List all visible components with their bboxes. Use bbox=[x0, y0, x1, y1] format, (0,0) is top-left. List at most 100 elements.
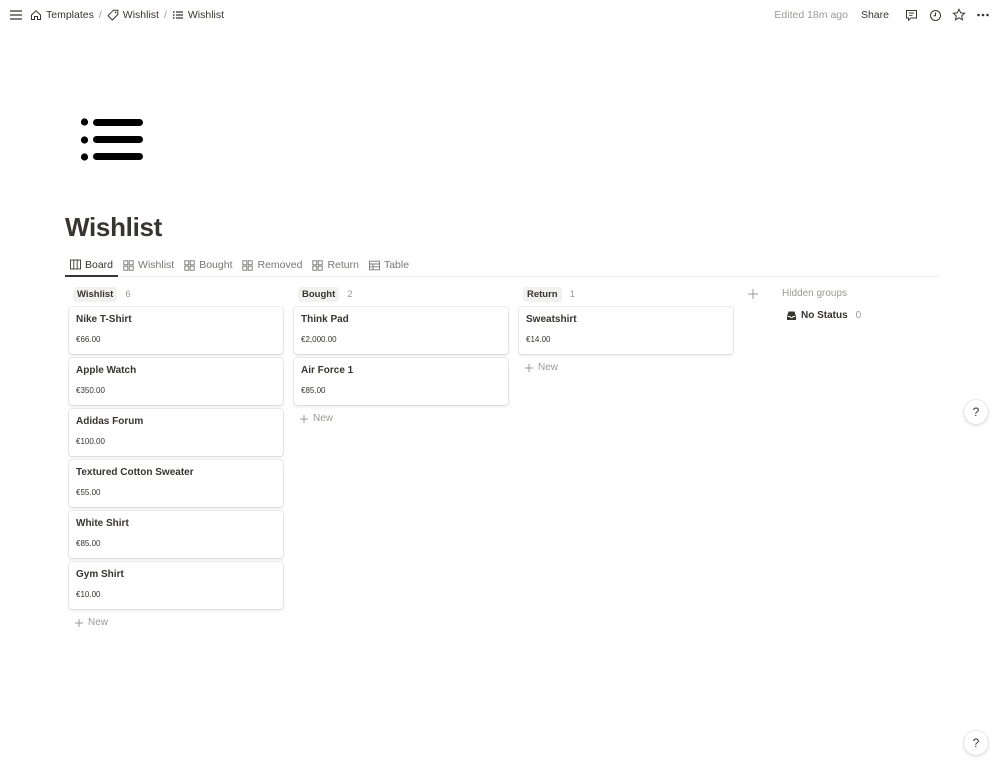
board-column-wishlist: Wishlist 6 Nike T-Shirt €66.00 Apple Wat… bbox=[69, 285, 283, 636]
column-name: Wishlist bbox=[73, 286, 118, 302]
plus-icon bbox=[525, 363, 533, 372]
new-card-button[interactable]: New bbox=[69, 609, 283, 636]
column-header[interactable]: Bought 2 bbox=[294, 285, 508, 303]
board-column-return: Return 1 Sweatshirt €14.00 New bbox=[519, 285, 733, 381]
board-card[interactable]: Nike T-Shirt €66.00 bbox=[69, 307, 283, 354]
hidden-group-count: 0 bbox=[855, 310, 862, 321]
tab-label: Return bbox=[327, 259, 359, 271]
history-clock-icon[interactable] bbox=[928, 8, 942, 22]
column-name: Bought bbox=[298, 286, 340, 302]
card-price: €85.00 bbox=[76, 539, 101, 548]
column-count: 6 bbox=[125, 288, 131, 300]
tab-removed[interactable]: Removed bbox=[237, 254, 307, 276]
column-header[interactable]: Return 1 bbox=[519, 285, 733, 303]
column-count: 2 bbox=[347, 288, 353, 300]
page-title[interactable]: Wishlist bbox=[65, 212, 162, 243]
board-card[interactable]: Gym Shirt €10.00 bbox=[69, 562, 283, 609]
board-card[interactable]: White Shirt €85.00 bbox=[69, 511, 283, 558]
top-bar: Templates / Wishlist / Wishlist Edited 1… bbox=[0, 0, 1005, 30]
card-price: €10.00 bbox=[76, 590, 101, 599]
breadcrumb-separator: / bbox=[98, 9, 102, 21]
tab-label: Wishlist bbox=[138, 259, 175, 271]
column-name: Return bbox=[523, 286, 562, 302]
comment-icon[interactable] bbox=[904, 8, 918, 22]
hidden-groups-label[interactable]: Hidden groups bbox=[782, 288, 847, 299]
card-list: Sweatshirt €14.00 bbox=[519, 307, 733, 354]
hidden-group-no-status[interactable]: No Status 0 bbox=[786, 310, 861, 321]
table-icon bbox=[369, 260, 380, 270]
plus-icon bbox=[300, 414, 308, 423]
card-title: White Shirt bbox=[76, 518, 129, 529]
gallery-icon bbox=[242, 259, 254, 271]
card-price: €55.00 bbox=[76, 488, 101, 497]
column-header[interactable]: Wishlist 6 bbox=[69, 285, 283, 303]
home-icon bbox=[30, 9, 42, 21]
board-card[interactable]: Textured Cotton Sweater €55.00 bbox=[69, 460, 283, 507]
breadcrumb-label: Wishlist bbox=[187, 9, 225, 21]
breadcrumb-label: Templates bbox=[46, 9, 94, 21]
hamburger-menu-icon[interactable] bbox=[9, 8, 23, 22]
help-button[interactable]: ? bbox=[964, 400, 988, 424]
board-column-bought: Bought 2 Think Pad €2,000.00 Air Force 1… bbox=[294, 285, 508, 432]
card-title: Sweatshirt bbox=[526, 314, 577, 325]
breadcrumb-separator: / bbox=[163, 9, 167, 21]
gallery-icon bbox=[312, 259, 324, 271]
board-card[interactable]: Apple Watch €350.00 bbox=[69, 358, 283, 405]
tab-label: Bought bbox=[199, 259, 233, 271]
add-group-plus-icon[interactable] bbox=[747, 287, 759, 299]
board-card[interactable]: Sweatshirt €14.00 bbox=[519, 307, 733, 354]
breadcrumb-item-templates[interactable]: Templates bbox=[30, 9, 94, 21]
plus-icon bbox=[75, 618, 83, 627]
view-tabs: Board Wishlist Bought Removed Return Tab… bbox=[65, 254, 938, 277]
tab-table[interactable]: Table bbox=[364, 254, 414, 276]
tab-return[interactable]: Return bbox=[307, 254, 364, 276]
list-icon bbox=[172, 9, 184, 21]
board-card[interactable]: Adidas Forum €100.00 bbox=[69, 409, 283, 456]
breadcrumb-label: Wishlist bbox=[122, 9, 159, 21]
new-card-label: New bbox=[313, 413, 334, 424]
edited-timestamp: Edited 18m ago bbox=[774, 9, 848, 21]
new-card-button[interactable]: New bbox=[294, 405, 508, 432]
page-icon-bulleted-list-icon[interactable] bbox=[78, 114, 148, 166]
hidden-group-label: No Status bbox=[801, 310, 848, 321]
card-list: Nike T-Shirt €66.00 Apple Watch €350.00 … bbox=[69, 307, 283, 609]
help-button[interactable]: ? bbox=[964, 731, 988, 755]
tab-label: Board bbox=[85, 258, 114, 271]
card-title: Adidas Forum bbox=[76, 416, 144, 427]
tab-wishlist[interactable]: Wishlist bbox=[118, 254, 179, 276]
tab-label: Table bbox=[383, 259, 410, 271]
card-title: Think Pad bbox=[301, 314, 349, 325]
card-price: €66.00 bbox=[76, 335, 101, 344]
card-price: €85.00 bbox=[301, 386, 326, 395]
card-title: Air Force 1 bbox=[301, 365, 354, 376]
share-button[interactable]: Share bbox=[861, 9, 889, 21]
new-card-label: New bbox=[538, 362, 559, 373]
breadcrumb-item-wishlist-parent[interactable]: Wishlist bbox=[107, 9, 159, 21]
card-title: Nike T-Shirt bbox=[76, 314, 132, 325]
new-card-button[interactable]: New bbox=[519, 354, 733, 381]
tab-board[interactable]: Board bbox=[65, 254, 119, 277]
card-title: Apple Watch bbox=[76, 365, 137, 376]
board-icon bbox=[70, 259, 81, 270]
card-price: €2,000.00 bbox=[301, 335, 337, 344]
card-title: Gym Shirt bbox=[76, 569, 124, 580]
board-card[interactable]: Think Pad €2,000.00 bbox=[294, 307, 508, 354]
card-price: €350.00 bbox=[76, 386, 105, 395]
favorite-star-icon[interactable] bbox=[952, 8, 966, 22]
breadcrumb-item-wishlist-current[interactable]: Wishlist bbox=[172, 9, 224, 21]
gallery-icon bbox=[184, 259, 195, 271]
card-price: €100.00 bbox=[76, 437, 105, 446]
tag-icon bbox=[107, 9, 119, 21]
breadcrumb: Templates / Wishlist / Wishlist bbox=[30, 8, 224, 22]
gallery-icon bbox=[123, 259, 134, 271]
board-card[interactable]: Air Force 1 €85.00 bbox=[294, 358, 508, 405]
topbar-actions: Edited 18m ago Share bbox=[774, 6, 995, 24]
inbox-icon bbox=[787, 311, 796, 320]
column-count: 1 bbox=[569, 288, 575, 300]
tab-bought[interactable]: Bought bbox=[179, 254, 237, 276]
tab-label: Removed bbox=[257, 259, 303, 271]
more-options-icon[interactable] bbox=[976, 8, 990, 22]
card-price: €14.00 bbox=[526, 335, 551, 344]
new-card-label: New bbox=[88, 617, 109, 628]
card-list: Think Pad €2,000.00 Air Force 1 €85.00 bbox=[294, 307, 508, 405]
